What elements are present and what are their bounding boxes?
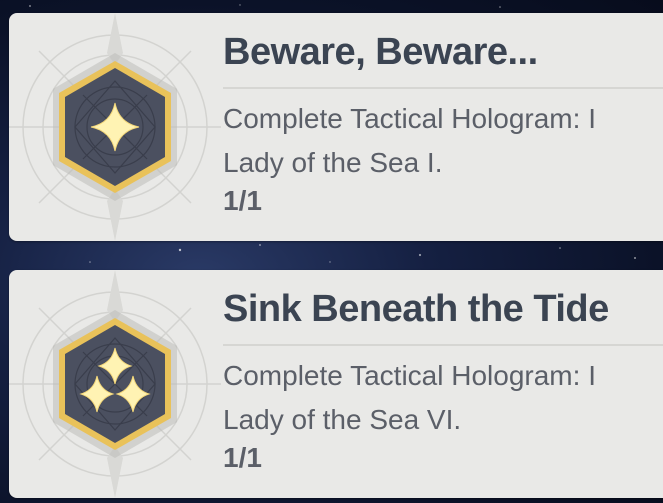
achievement-title: Beware, Beware... [223,31,538,73]
description-line: Complete Tactical Hologram: I [223,103,596,134]
achievement-title: Sink Beneath the Tide [223,288,609,330]
title-divider [223,87,663,89]
title-divider [223,344,663,346]
achievement-description: Complete Tactical Hologram: I Lady of th… [223,97,663,185]
achievement-progress: 1/1 [223,185,262,216]
achievement-card[interactable]: Beware, Beware... Complete Tactical Holo… [9,13,663,241]
achievement-badge-icon [53,53,177,201]
description-line: Lady of the Sea VI. [223,404,462,435]
description-line: Lady of the Sea I. [223,147,443,178]
description-line: Complete Tactical Hologram: I [223,360,596,391]
achievement-card[interactable]: Sink Beneath the Tide Complete Tactical … [9,270,663,498]
achievement-description: Complete Tactical Hologram: I Lady of th… [223,354,663,442]
achievement-badge-icon [53,310,177,458]
achievement-progress: 1/1 [223,442,262,473]
